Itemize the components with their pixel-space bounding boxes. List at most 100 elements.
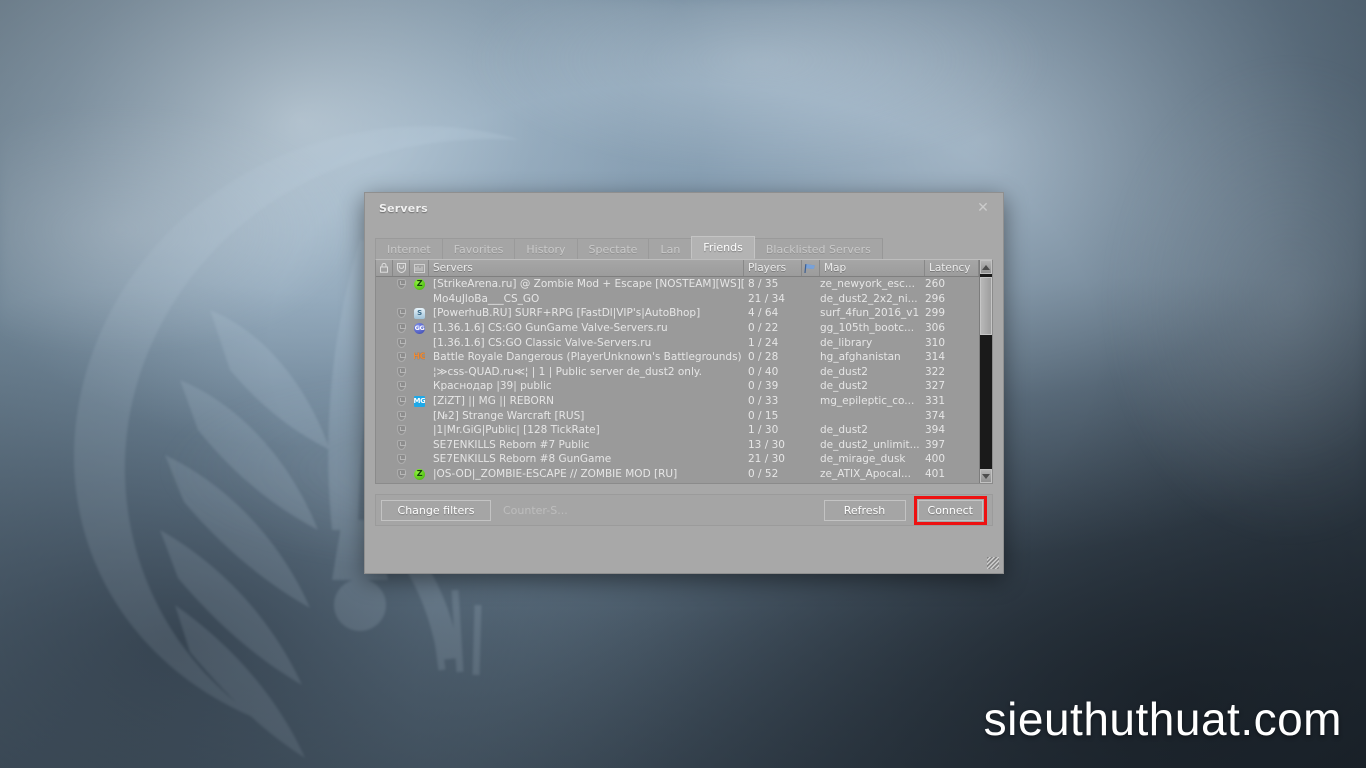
server-row[interactable]: |1|Mr.GiG|Public| [128 TickRate] 1 / 30 de… [376, 423, 979, 438]
server-secure-cell [393, 366, 410, 377]
column-header-latency[interactable]: Latency [925, 260, 979, 276]
server-row[interactable]: [1.36.1.6] CS:GO Classic Valve-Servers.r… [376, 335, 979, 350]
column-header-servers[interactable]: Servers [429, 260, 744, 276]
server-map: ze_ATIX_Apocal... [820, 468, 911, 481]
server-latency: 331 [925, 395, 946, 408]
server-map: de_dust2_unlimit... [820, 438, 920, 451]
server-secure-cell [393, 308, 410, 319]
server-map: mg_epileptic_co... [820, 395, 915, 408]
server-secure-cell [393, 454, 410, 465]
tab-lan[interactable]: Lan [648, 238, 693, 259]
server-row[interactable]: Краснодар |39| public 0 / 39 de_dust2 327 [376, 379, 979, 394]
window-titlebar[interactable]: Servers ✕ [365, 193, 1003, 223]
server-latency: 397 [925, 438, 946, 451]
server-badge-cell: Z [410, 468, 429, 480]
server-latency: 314 [925, 351, 946, 364]
close-icon[interactable]: ✕ [973, 198, 993, 218]
server-list-panel: Servers Players Map Latency Z [StrikeAren… [375, 259, 993, 484]
server-latency: 296 [925, 292, 946, 305]
server-icon-mg: MG [414, 395, 425, 407]
server-players: 0 / 33 [748, 395, 779, 408]
connect-button[interactable]: Connect [917, 499, 983, 521]
server-map: gg_105th_bootc... [820, 322, 915, 335]
server-players: 1 / 24 [748, 336, 779, 349]
server-row[interactable]: SE7ENKILLS Reborn #8 GunGame 21 / 30 de_mi… [376, 452, 979, 467]
change-filters-button[interactable]: Change filters [381, 499, 491, 521]
server-map: de_mirage_dusk [820, 453, 906, 466]
column-header-flag-icon[interactable] [802, 260, 820, 276]
tab-friends[interactable]: Friends [691, 236, 755, 259]
server-latency: 299 [925, 307, 946, 320]
refresh-button[interactable]: Refresh [823, 499, 906, 521]
scroll-up-glyph [982, 264, 990, 270]
tab-history[interactable]: History [514, 238, 578, 259]
server-latency: 306 [925, 322, 946, 335]
server-name: SE7ENKILLS Reborn #8 GunGame [433, 453, 612, 466]
vac-shield-icon [397, 425, 406, 436]
column-header-vac-icon[interactable] [410, 260, 429, 276]
vac-shield-icon [397, 454, 406, 465]
server-secure-cell [393, 381, 410, 392]
tab-internet[interactable]: Internet [375, 238, 443, 259]
server-map: de_library [820, 336, 873, 349]
list-scrollbar[interactable] [979, 260, 992, 483]
server-name: [№2] Strange Warcraft [RUS] [433, 409, 585, 422]
server-players: 0 / 28 [748, 351, 779, 364]
column-header-lock-icon[interactable] [376, 260, 393, 276]
scroll-up-arrow-icon[interactable] [980, 260, 992, 274]
column-header-map[interactable]: Map [820, 260, 925, 276]
vac-shield-icon [397, 308, 406, 319]
vac-shield-icon [397, 279, 406, 290]
server-row[interactable]: Z |OS-OD|_ZOMBIE-ESCAPE // ZOMBIE MOD [RU… [376, 467, 979, 482]
server-row[interactable]: [№2] Strange Warcraft [RUS] 0 / 15 374 [376, 408, 979, 423]
scrollbar-thumb[interactable] [980, 277, 992, 335]
server-latency: 322 [925, 365, 946, 378]
vac-shield-icon [397, 410, 406, 421]
server-name: ¦≫css-QUAD.ru≪¦ | 1 | Public server de_d… [433, 365, 702, 378]
server-map: hg_afghanistan [820, 351, 901, 364]
server-secure-cell [393, 410, 410, 421]
server-latency: 374 [925, 409, 946, 422]
vac-shield-icon [397, 381, 406, 392]
server-latency: 401 [925, 468, 946, 481]
server-row[interactable]: SE7ENKILLS Reborn #7 Public 13 / 30 de_dus… [376, 438, 979, 453]
shield-icon [396, 263, 406, 273]
server-secure-cell [393, 352, 410, 363]
server-rows-viewport: Z [StrikeArena.ru] @ Zombie Mod + Escape … [376, 277, 992, 483]
tab-spectate[interactable]: Spectate [576, 238, 650, 259]
server-name: [PowerhuB.RU] SURF+RPG [FastDl|VIP's|Aut… [433, 307, 701, 320]
map-flag-icon [804, 263, 815, 273]
server-row[interactable]: Mo4uJloBa___CS_GO 21 / 34 de_dust2_2x2_ni.… [376, 292, 979, 307]
scroll-down-arrow-icon[interactable] [980, 469, 992, 483]
server-row[interactable]: ¦≫css-QUAD.ru≪¦ | 1 | Public server de_d… [376, 365, 979, 380]
server-badge-cell: S [410, 307, 429, 319]
server-badge-cell: HG [410, 352, 429, 363]
bottom-action-bar: Change filters Counter-S... Refresh Conn… [375, 494, 993, 526]
tab-blacklisted-servers[interactable]: Blacklisted Servers [753, 238, 883, 259]
server-latency: 327 [925, 380, 946, 393]
site-watermark: sieuthuthuat.com [983, 693, 1342, 745]
vac-icon [413, 263, 425, 273]
server-map: ze_newyork_esc... [820, 278, 915, 291]
server-row[interactable]: GG [1.36.1.6] CS:GO GunGame Valve-Servers… [376, 321, 979, 336]
server-row[interactable]: HG Battle Royale Dangerous (PlayerUnknown… [376, 350, 979, 365]
column-header-players[interactable]: Players [744, 260, 802, 276]
vac-shield-icon [397, 337, 406, 348]
column-header-row: Servers Players Map Latency [376, 260, 992, 277]
server-map: de_dust2 [820, 424, 868, 437]
server-players: 4 / 64 [748, 307, 779, 320]
server-name: |OS-OD|_ZOMBIE-ESCAPE // ZOMBIE MOD [RU] [433, 468, 678, 481]
server-row[interactable]: Z [StrikeArena.ru] @ Zombie Mod + Escape … [376, 277, 979, 292]
server-map: de_dust2_2x2_ni... [820, 292, 918, 305]
vac-shield-icon [397, 396, 406, 407]
server-players: 8 / 35 [748, 278, 779, 291]
column-header-shield-icon[interactable] [393, 260, 410, 276]
server-name: SE7ENKILLS Reborn #7 Public [433, 438, 590, 451]
server-row[interactable]: MG [ZiZT] || MG || REBORN 0 / 33 mg_epilept… [376, 394, 979, 409]
server-badge-cell: MG [410, 395, 429, 407]
server-players: 1 / 30 [748, 424, 779, 437]
server-secure-cell [393, 425, 410, 436]
tab-favorites[interactable]: Favorites [441, 238, 516, 259]
resize-grip-icon[interactable] [987, 557, 999, 569]
server-row[interactable]: S [PowerhuB.RU] SURF+RPG [FastDl|VIP's|Au… [376, 306, 979, 321]
